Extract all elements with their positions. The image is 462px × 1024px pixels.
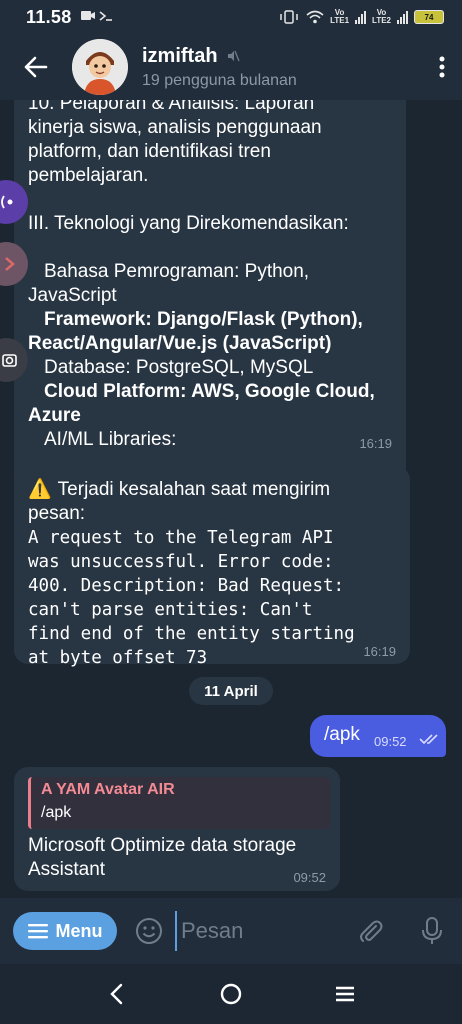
back-button[interactable] [0,34,72,100]
attach-button[interactable] [350,911,390,951]
warning-icon: ⚠️ [28,479,52,500]
avatar-character-icon [72,39,128,95]
broadcast-icon [1,195,13,209]
message-time: 16:19 [363,644,396,659]
reply-text: /apk [41,804,72,821]
message-line: Assistant [28,859,106,880]
message-line: JavaScript [28,285,117,306]
chat-info[interactable]: izmiftah 19 pengguna bulanan [142,45,422,90]
vibrate-icon [280,10,298,24]
status-right-icons: Vo LTE1 Vo LTE2 74 [278,9,444,25]
play-arrow-icon [5,257,15,271]
message-time: 09:52 [293,870,326,885]
message-heading: III. Teknologi yang Direkomendasikan: [28,213,349,234]
message-text: /apk [324,724,360,745]
chat-title-text: izmiftah [142,44,218,67]
message-line: React/Angular/Vue.js (JavaScript) [28,333,332,354]
voice-record-button[interactable] [412,911,452,951]
message-line: AI/ML Libraries: [44,429,177,450]
vertical-dots-icon [439,56,445,78]
muted-speaker-icon [227,50,240,62]
avatar[interactable] [72,39,128,95]
network-1: Vo LTE1 [330,8,350,25]
bot-menu-button[interactable]: Menu [13,912,117,950]
message-line: kinerja siswa, analisis penggunaan [28,117,322,138]
message-input-bar: Menu [0,898,462,964]
error-title-text: Terjadi kesalahan saat mengirim [57,479,331,500]
wifi-icon [306,10,324,24]
camera-icon [2,354,17,367]
message-line: pembelajaran. [28,165,149,186]
nav-back-button[interactable] [97,974,137,1014]
message-line: Database: PostgreSQL, MySQL [44,357,314,378]
message-line: platform, dan identifikasi tren [28,141,271,162]
message-input[interactable] [175,911,345,951]
message-line: Azure [28,405,81,426]
reply-author: A YAM Avatar AIR [41,781,175,798]
signal-2-icon [397,10,408,24]
nav-recents-button[interactable] [325,974,365,1014]
code-line: at byte offset 73 [28,648,208,668]
message-line: Bahasa Pemrograman: Python, [44,261,310,282]
code-line: 400. Description: Bad Request: [28,576,345,596]
double-check-icon [419,734,438,745]
system-navigation-bar [0,964,462,1024]
nav-home-button[interactable] [211,974,251,1014]
signal-1-icon [355,10,367,24]
message-line: 10. Pelaporan & Analisis: Laporan [28,100,315,114]
chat-header: izmiftah 19 pengguna bulanan [0,34,462,100]
hamburger-icon [27,924,48,939]
message-time: 09:52 [374,734,407,749]
microphone-icon [422,917,442,944]
smiley-icon [136,918,162,944]
video-camera-icon [80,10,112,21]
more-options-button[interactable] [422,34,462,100]
error-title-line2: pesan: [28,503,86,524]
error-title: ⚠️ Terjadi kesalahan saat mengirim [28,478,330,502]
battery-level: 74 [424,12,434,22]
date-separator: 11 April [189,677,273,705]
emoji-button[interactable] [129,911,169,951]
recents-lines-icon [336,986,354,1002]
menu-label: Menu [55,920,103,941]
reply-preview[interactable]: A YAM Avatar AIR /apk [28,777,330,829]
status-notification-icons [80,9,114,26]
message-bubble-outgoing[interactable]: /apk 09:52 [310,715,446,757]
code-line: A request to the Telegram API [28,528,334,548]
code-line: find end of the entity starting [28,624,355,644]
chat-title: izmiftah [142,45,422,68]
network-2: Vo LTE2 [372,8,391,25]
message-line: Microsoft Optimize data storage [28,835,297,856]
chat-subtitle: 19 pengguna bulanan [142,71,297,89]
chat-messages-area[interactable]: 10. Pelaporan & Analisis: Laporan kinerj… [0,100,462,898]
code-line: can't parse entities: Can't [28,600,313,620]
status-bar: 11.58 Vo LTE1 Vo LTE2 74 [0,0,462,34]
paperclip-icon [360,920,383,942]
code-line: was unsuccessful. Error code: [28,552,334,572]
message-bubble-incoming[interactable]: ⚠️ Terjadi kesalahan saat mengirim pesan… [14,466,410,668]
battery-icon: 74 [414,10,444,24]
status-time: 11.58 [26,6,72,27]
message-time: 16:19 [359,436,392,451]
circle-home-icon [220,983,242,1005]
message-line: Cloud Platform: AWS, Google Cloud, [44,381,375,402]
message-line: Framework: Django/Flask (Python), [44,309,363,330]
message-text: Microsoft Optimize data storage Assistan… [28,834,296,882]
arrow-left-icon [24,56,48,78]
message-bubble-incoming[interactable]: A YAM Avatar AIR /apk Microsoft Optimize… [14,767,340,891]
chevron-left-icon [110,983,123,1005]
